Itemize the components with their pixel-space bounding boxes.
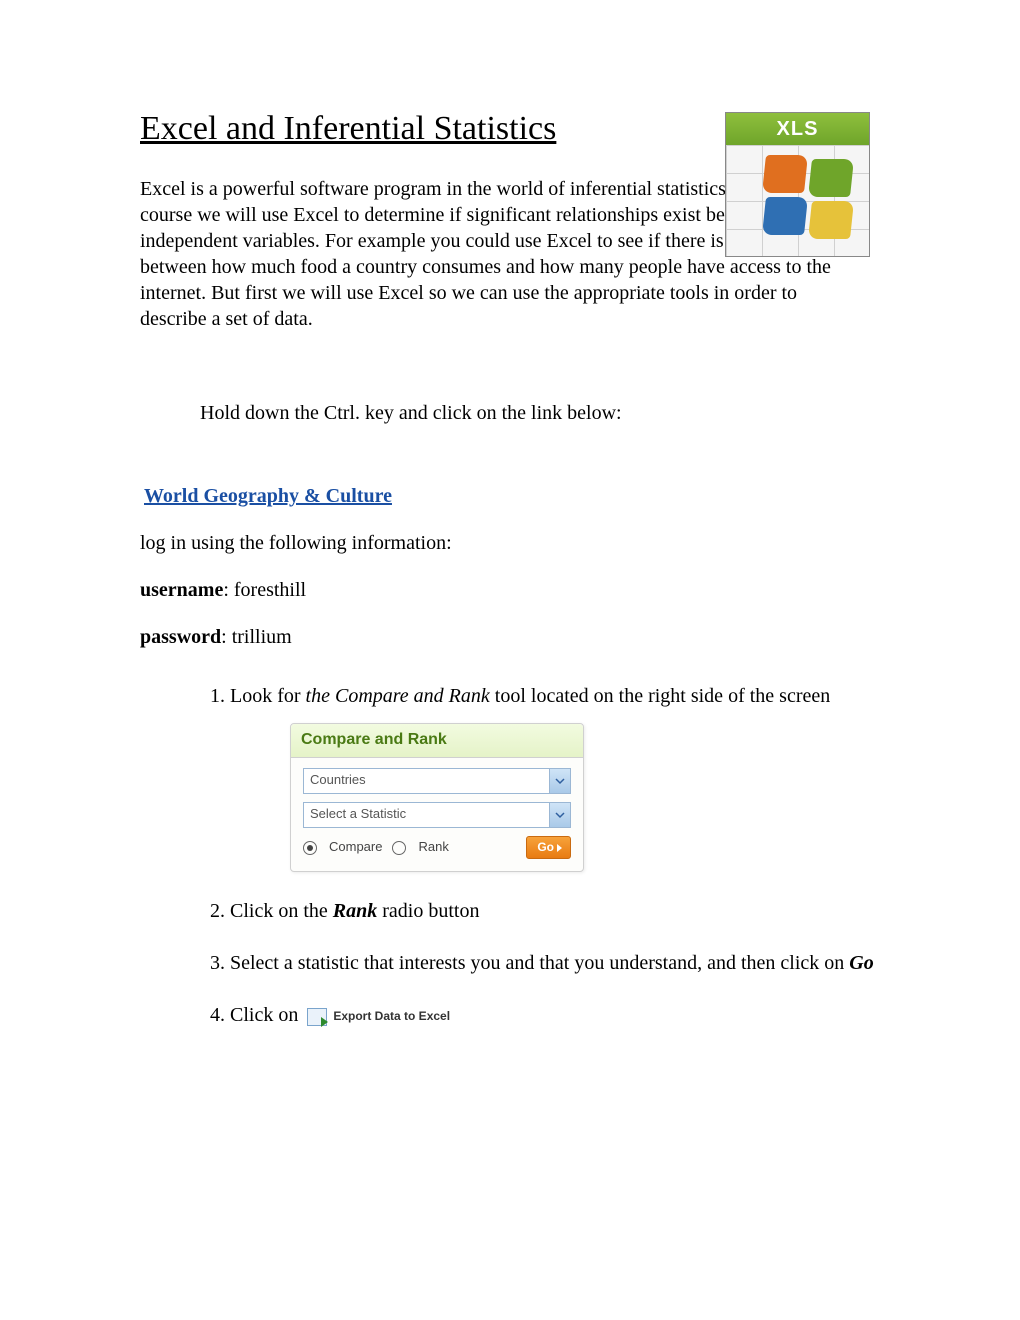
password-line: password: trillium — [140, 626, 880, 649]
xls-sheet-grid — [726, 145, 869, 256]
export-to-excel-button[interactable]: Export Data to Excel — [307, 1008, 450, 1026]
go-button-label: Go — [537, 840, 554, 856]
step-1: Look for the Compare and Rank tool locat… — [230, 683, 880, 872]
document-page: XLS Excel and Inferential Statistics Exc… — [0, 0, 1020, 1320]
password-value: : trillium — [221, 626, 292, 648]
xls-label: XLS — [777, 118, 819, 141]
statistic-select[interactable]: Select a Statistic — [303, 802, 571, 828]
rank-radio[interactable] — [392, 841, 406, 855]
compare-rank-radios: Compare Rank — [303, 839, 449, 856]
compare-rank-widget: Compare and Rank Countries Select a Stat… — [290, 723, 584, 872]
countries-select-value: Countries — [310, 772, 366, 789]
chevron-down-icon — [549, 769, 570, 793]
username-line: username: foresthill — [140, 579, 880, 602]
password-label: password — [140, 626, 221, 648]
steps-list: Look for the Compare and Rank tool locat… — [140, 683, 880, 1028]
compare-radio[interactable] — [303, 841, 317, 855]
windows-flag-icon — [764, 155, 852, 243]
statistic-select-value: Select a Statistic — [310, 806, 406, 823]
xls-file-icon: XLS — [725, 112, 870, 257]
username-label: username — [140, 579, 223, 601]
compare-radio-label: Compare — [329, 839, 382, 856]
world-geography-link[interactable]: World Geography & Culture — [144, 485, 392, 508]
rank-radio-label: Rank — [418, 839, 448, 856]
ctrl-note: Hold down the Ctrl. key and click on the… — [200, 402, 880, 425]
xls-banner: XLS — [726, 113, 869, 145]
step-4: Click on Export Data to Excel — [230, 1002, 880, 1028]
compare-rank-title: Compare and Rank — [291, 724, 583, 758]
countries-select[interactable]: Countries — [303, 768, 571, 794]
chevron-down-icon — [549, 803, 570, 827]
page-title: Excel and Inferential Statistics — [140, 110, 660, 148]
export-label: Export Data to Excel — [333, 1009, 450, 1025]
export-icon — [307, 1008, 327, 1026]
go-button[interactable]: Go — [526, 836, 571, 860]
step-2: Click on the Rank radio button — [230, 898, 880, 924]
username-value: : foresthill — [223, 579, 306, 601]
triangle-right-icon — [557, 844, 562, 852]
step-3: Select a statistic that interests you an… — [230, 950, 880, 976]
login-intro: log in using the following information: — [140, 532, 880, 555]
